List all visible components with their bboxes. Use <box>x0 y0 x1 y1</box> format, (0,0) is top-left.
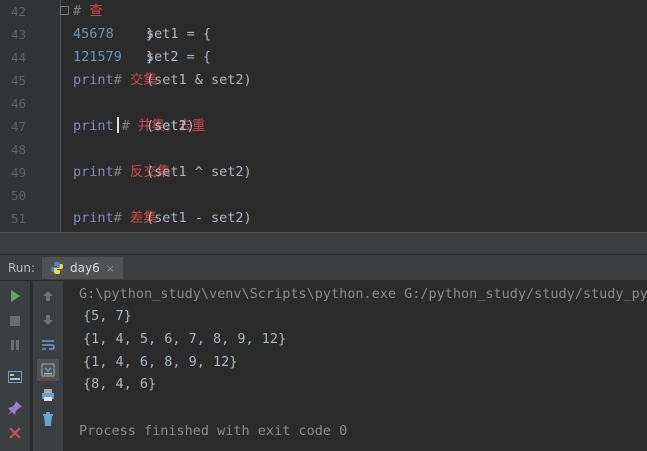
console-output-line: {1, 4, 6, 8, 9, 12} <box>83 354 238 370</box>
trash-icon <box>43 412 53 426</box>
stop-icon <box>10 316 20 326</box>
code-line[interactable]: 42 # 查 <box>0 0 647 23</box>
scroll-end-icon <box>41 363 55 377</box>
code-text: # 查 <box>73 0 103 23</box>
code-line[interactable]: 49 print (set1 ^ set2) # 反交集 <box>0 161 647 184</box>
line-number: 50 <box>10 188 26 203</box>
code-token: print <box>73 118 114 134</box>
code-token: 7 <box>105 49 114 65</box>
code-token: 4 <box>73 26 82 42</box>
pin-tab-button[interactable] <box>4 397 26 419</box>
panel-divider[interactable] <box>0 232 647 254</box>
dump-threads-button[interactable] <box>4 366 26 388</box>
run-tab-label: day6 <box>70 261 100 275</box>
code-token: 5 <box>97 49 106 65</box>
code-token: # <box>113 164 130 180</box>
code-token: print <box>73 164 114 180</box>
close-icon <box>9 427 21 439</box>
code-token: (set1 ^ set2) <box>146 164 333 180</box>
code-text: set2 = {12, 1, 5, 7, 9} <box>73 46 211 69</box>
run-right-toolbar <box>33 281 63 451</box>
code-token: 9 <box>113 49 122 65</box>
line-number: 42 <box>10 4 26 19</box>
code-token: # <box>121 118 138 134</box>
print-icon <box>42 389 54 401</box>
code-token: # <box>73 3 90 19</box>
code-line[interactable]: 50 <box>0 184 647 207</box>
code-line[interactable]: 46 <box>0 92 647 115</box>
python-icon <box>51 262 63 274</box>
code-line[interactable]: 48 <box>0 138 647 161</box>
console-command-line: G:\python_study\venv\Scripts\python.exe … <box>79 286 647 302</box>
code-token: 8 <box>105 26 114 42</box>
tab-close-icon[interactable]: × <box>106 262 115 275</box>
code-token: (set1 & set2) <box>146 72 333 88</box>
code-editor[interactable]: 42 # 查 43 set1 = {4, 5, 6, 7, 8} 44 set2 = {1… <box>0 0 647 232</box>
stop-button[interactable] <box>4 310 26 332</box>
play-icon <box>11 290 20 302</box>
code-line[interactable]: 51 print (set1 - set2) # 差集 <box>0 207 647 230</box>
console-output-line: {1, 4, 5, 6, 7, 8, 9, 12} <box>83 331 287 347</box>
code-text: print (set1 ^ set2) # 反交集 <box>73 161 252 184</box>
code-token: # <box>113 210 130 226</box>
arrow-up-icon <box>43 291 53 301</box>
soft-wrap-icon <box>42 340 55 350</box>
code-token: print <box>73 72 114 88</box>
line-number: 48 <box>10 142 26 157</box>
text-cursor <box>116 117 119 133</box>
code-token: (set1 - set2) <box>146 210 333 226</box>
line-number: 51 <box>10 211 26 226</box>
console-output-line: {8, 4, 6} <box>83 376 157 392</box>
code-token: } <box>146 49 155 65</box>
code-text: print (set1 set2) # 并集，去重 <box>73 115 205 138</box>
code-token: 7 <box>97 26 106 42</box>
console-exit-line: Process finished with exit code 0 <box>79 423 348 439</box>
up-stack-button[interactable] <box>37 285 59 307</box>
code-token: set2) <box>146 118 277 134</box>
pause-icon <box>11 340 19 350</box>
line-number: 46 <box>10 96 26 111</box>
soft-wrap-button[interactable] <box>37 334 59 356</box>
code-text: print (set1 & set2) # 交集 <box>73 69 252 92</box>
code-line[interactable]: 47 print (set1 set2) # 并集，去重 <box>0 115 647 138</box>
scroll-to-end-button[interactable] <box>37 359 59 381</box>
arrow-down-icon <box>43 315 53 325</box>
line-number: 45 <box>10 73 26 88</box>
run-left-toolbar <box>0 281 30 451</box>
dump-icon <box>8 371 22 383</box>
run-tab-day6[interactable]: day6 × <box>42 257 123 279</box>
code-token: } <box>146 26 155 42</box>
line-number: 44 <box>10 50 26 65</box>
run-toolbar: Run: day6 × <box>0 254 647 281</box>
line-number: 47 <box>10 119 26 134</box>
code-text: print (set1 - set2) # 差集 <box>73 207 252 230</box>
down-stack-button[interactable] <box>37 309 59 331</box>
clear-all-button[interactable] <box>37 408 59 430</box>
code-token: 12 <box>73 49 90 65</box>
pause-button[interactable] <box>4 334 26 356</box>
print-button[interactable] <box>37 384 59 406</box>
console-output[interactable]: G:\python_study\venv\Scripts\python.exe … <box>66 281 647 451</box>
code-token: 查 <box>89 3 103 19</box>
code-line[interactable]: 45 print (set1 & set2) # 交集 <box>0 69 647 92</box>
run-label: Run: <box>8 261 36 275</box>
code-line[interactable]: 44 set2 = {12, 1, 5, 7, 9} <box>0 46 647 69</box>
line-number: 49 <box>10 165 26 180</box>
console-output-line: {5, 7} <box>83 308 132 324</box>
rerun-button[interactable] <box>4 285 26 307</box>
code-text: set1 = {4, 5, 6, 7, 8} <box>73 23 211 46</box>
code-line[interactable]: 43 set1 = {4, 5, 6, 7, 8} <box>0 23 647 46</box>
code-token: print <box>73 210 114 226</box>
pin-icon <box>8 401 22 415</box>
code-token: # <box>113 72 130 88</box>
line-number: 43 <box>10 27 26 42</box>
close-run-button[interactable] <box>4 422 26 444</box>
